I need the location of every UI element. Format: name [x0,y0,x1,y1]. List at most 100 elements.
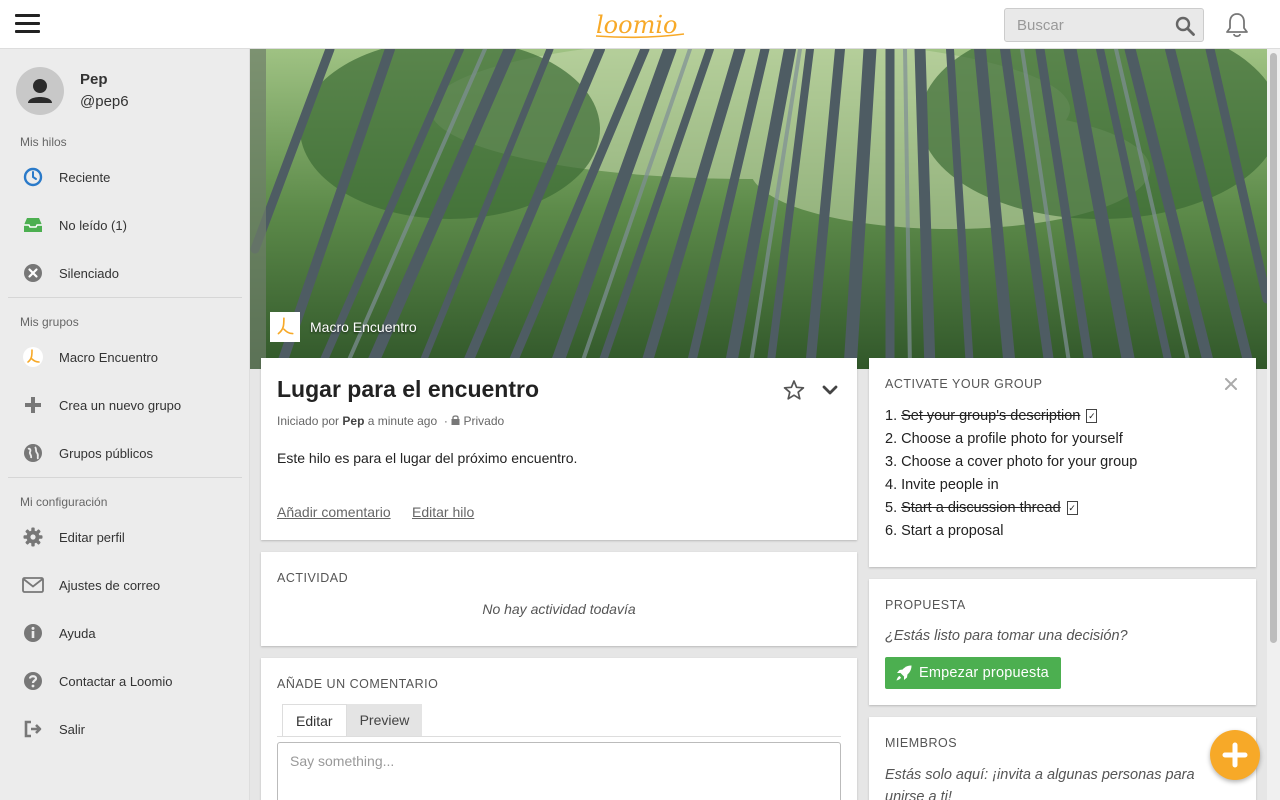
sign-out-icon [22,718,44,740]
gear-icon [22,526,44,548]
close-icon[interactable] [1224,377,1238,391]
avatar[interactable] [16,67,64,115]
sidebar-item-label: Ajustes de correo [59,577,161,593]
proposal-question: ¿Estás listo para tomar una decisión? [885,628,1128,644]
envelope-icon [22,574,44,596]
star-icon[interactable] [783,379,805,401]
top-bar: loomio [0,0,1280,49]
clock-icon [22,166,44,188]
start-proposal-button[interactable]: Empezar propuesta [885,657,1061,689]
members-heading: Miembros [885,736,958,750]
members-card: Miembros Estás solo aquí: ¡invita a algu… [869,717,1256,800]
sidebar-item-label: Salir [59,721,86,737]
mute-icon [22,262,44,284]
tabs-divider [277,736,841,737]
user-profile[interactable]: Pep @pep6 [16,67,246,117]
bell-icon[interactable] [1224,11,1250,39]
thread-time: a minute ago [367,414,438,428]
cover-group-link[interactable]: Macro Encuentro [270,312,417,342]
scrollbar-thumb[interactable] [1270,53,1277,643]
search-input[interactable] [1005,9,1165,41]
sidebar: Pep @pep6 Mis hilos Reciente No leído (1… [0,49,250,800]
step-text: Start a discussion thread [901,499,1061,516]
members-empty-text: Estás solo aquí: ¡invita a algunas perso… [885,767,1195,800]
sidebar-item-label: Contactar a Loomio [59,673,173,689]
step-item[interactable]: 3. Choose a cover photo for your group [885,450,1245,473]
step-text: Start a proposal [901,522,1004,539]
info-icon [22,622,44,644]
thread-card: Lugar para el encuentro Iniciado por Pep… [261,358,857,540]
add-comment-link[interactable]: Añadir comentario [277,504,391,520]
activity-heading: Actividad [277,571,349,585]
step-item[interactable]: 6. Start a proposal [885,519,1245,542]
activity-empty-text: No hay actividad todavía [482,601,636,617]
group-logo-icon [22,346,44,368]
profile-handle: @pep6 [80,93,129,110]
lock-icon [451,415,460,425]
add-comment-card: Añade un comentario Editar Preview [261,658,857,800]
sidebar-item-label: Editar perfil [59,529,125,545]
thread-title: Lugar para el encuentro [277,376,540,402]
plus-icon [1222,742,1248,768]
thread-description: Este hilo es para el lugar del próximo e… [277,450,578,466]
thread-author[interactable]: Pep [342,414,364,428]
sidebar-item-public-groups[interactable]: Grupos públicos [8,433,242,473]
thread-meta: Iniciado por Pep a minute ago · Privado [277,414,504,428]
sidebar-item-macro-encuentro[interactable]: Macro Encuentro [8,337,242,377]
comment-input[interactable] [277,742,841,800]
sidebar-item-unread[interactable]: No leído (1) [8,205,242,245]
step-item[interactable]: 2. Choose a profile photo for yourself [885,427,1245,450]
step-number: 4. [885,476,898,493]
step-text: Choose a profile photo for yourself [901,430,1123,447]
globe-icon [22,442,44,464]
sidebar-item-edit-profile[interactable]: Editar perfil [8,517,242,557]
step-number: 6. [885,522,898,539]
tab-edit[interactable]: Editar [282,704,347,737]
sidebar-item-new-group[interactable]: Crea un nuevo grupo [8,385,242,425]
step-number: 1. [885,407,898,424]
sidebar-item-label: Grupos públicos [59,445,153,461]
sidebar-item-logout[interactable]: Salir [8,709,242,749]
step-number: 5. [885,499,898,516]
proposal-heading: Propuesta [885,598,966,612]
chevron-down-icon[interactable] [822,384,838,396]
loomio-logo[interactable]: loomio [594,8,686,42]
edit-thread-link[interactable]: Editar hilo [412,504,474,520]
meta-separator: · [443,414,448,428]
activity-card: Actividad No hay actividad todavía [261,552,857,646]
sidebar-item-label: Silenciado [59,265,119,281]
add-fab-button[interactable] [1210,730,1260,780]
proposal-card: Propuesta ¿Estás listo para tomar una de… [869,579,1256,705]
step-item[interactable]: 1. Set your group's description ✓ [885,404,1245,427]
hamburger-menu-icon[interactable] [15,14,40,34]
svg-text:loomio: loomio [596,11,677,39]
sidebar-item-email-settings[interactable]: Ajustes de correo [8,565,242,605]
activate-group-card: Activate your group 1. Set your group's … [869,358,1256,567]
section-label-settings: Mi configuración [20,495,108,509]
step-item[interactable]: 5. Start a discussion thread ✓ [885,496,1245,519]
step-text: Choose a cover photo for your group [901,453,1138,470]
sidebar-item-recent[interactable]: Reciente [8,157,242,197]
group-logo-icon [270,312,300,342]
sidebar-item-label: Ayuda [59,625,96,641]
section-label-threads: Mis hilos [20,135,67,149]
step-item[interactable]: 4. Invite people in [885,473,1245,496]
user-silhouette-icon [28,79,52,103]
checkmark-icon: ✓ [1066,500,1078,515]
sidebar-item-help[interactable]: Ayuda [8,613,242,653]
inbox-icon [22,214,44,236]
step-number: 3. [885,453,898,470]
search-icon[interactable] [1175,16,1195,36]
checkmark-icon: ✓ [1086,408,1098,423]
sidebar-item-muted[interactable]: Silenciado [8,253,242,293]
section-label-groups: Mis grupos [20,315,79,329]
question-icon [22,670,44,692]
sidebar-item-contact[interactable]: Contactar a Loomio [8,661,242,701]
cover-group-name: Macro Encuentro [310,319,417,335]
sidebar-item-label: Reciente [59,169,111,185]
page-scrollbar[interactable] [1267,49,1280,800]
tab-preview[interactable]: Preview [346,704,423,737]
divider [8,477,242,478]
search-box[interactable] [1004,8,1204,42]
add-comment-heading: Añade un comentario [277,677,439,691]
